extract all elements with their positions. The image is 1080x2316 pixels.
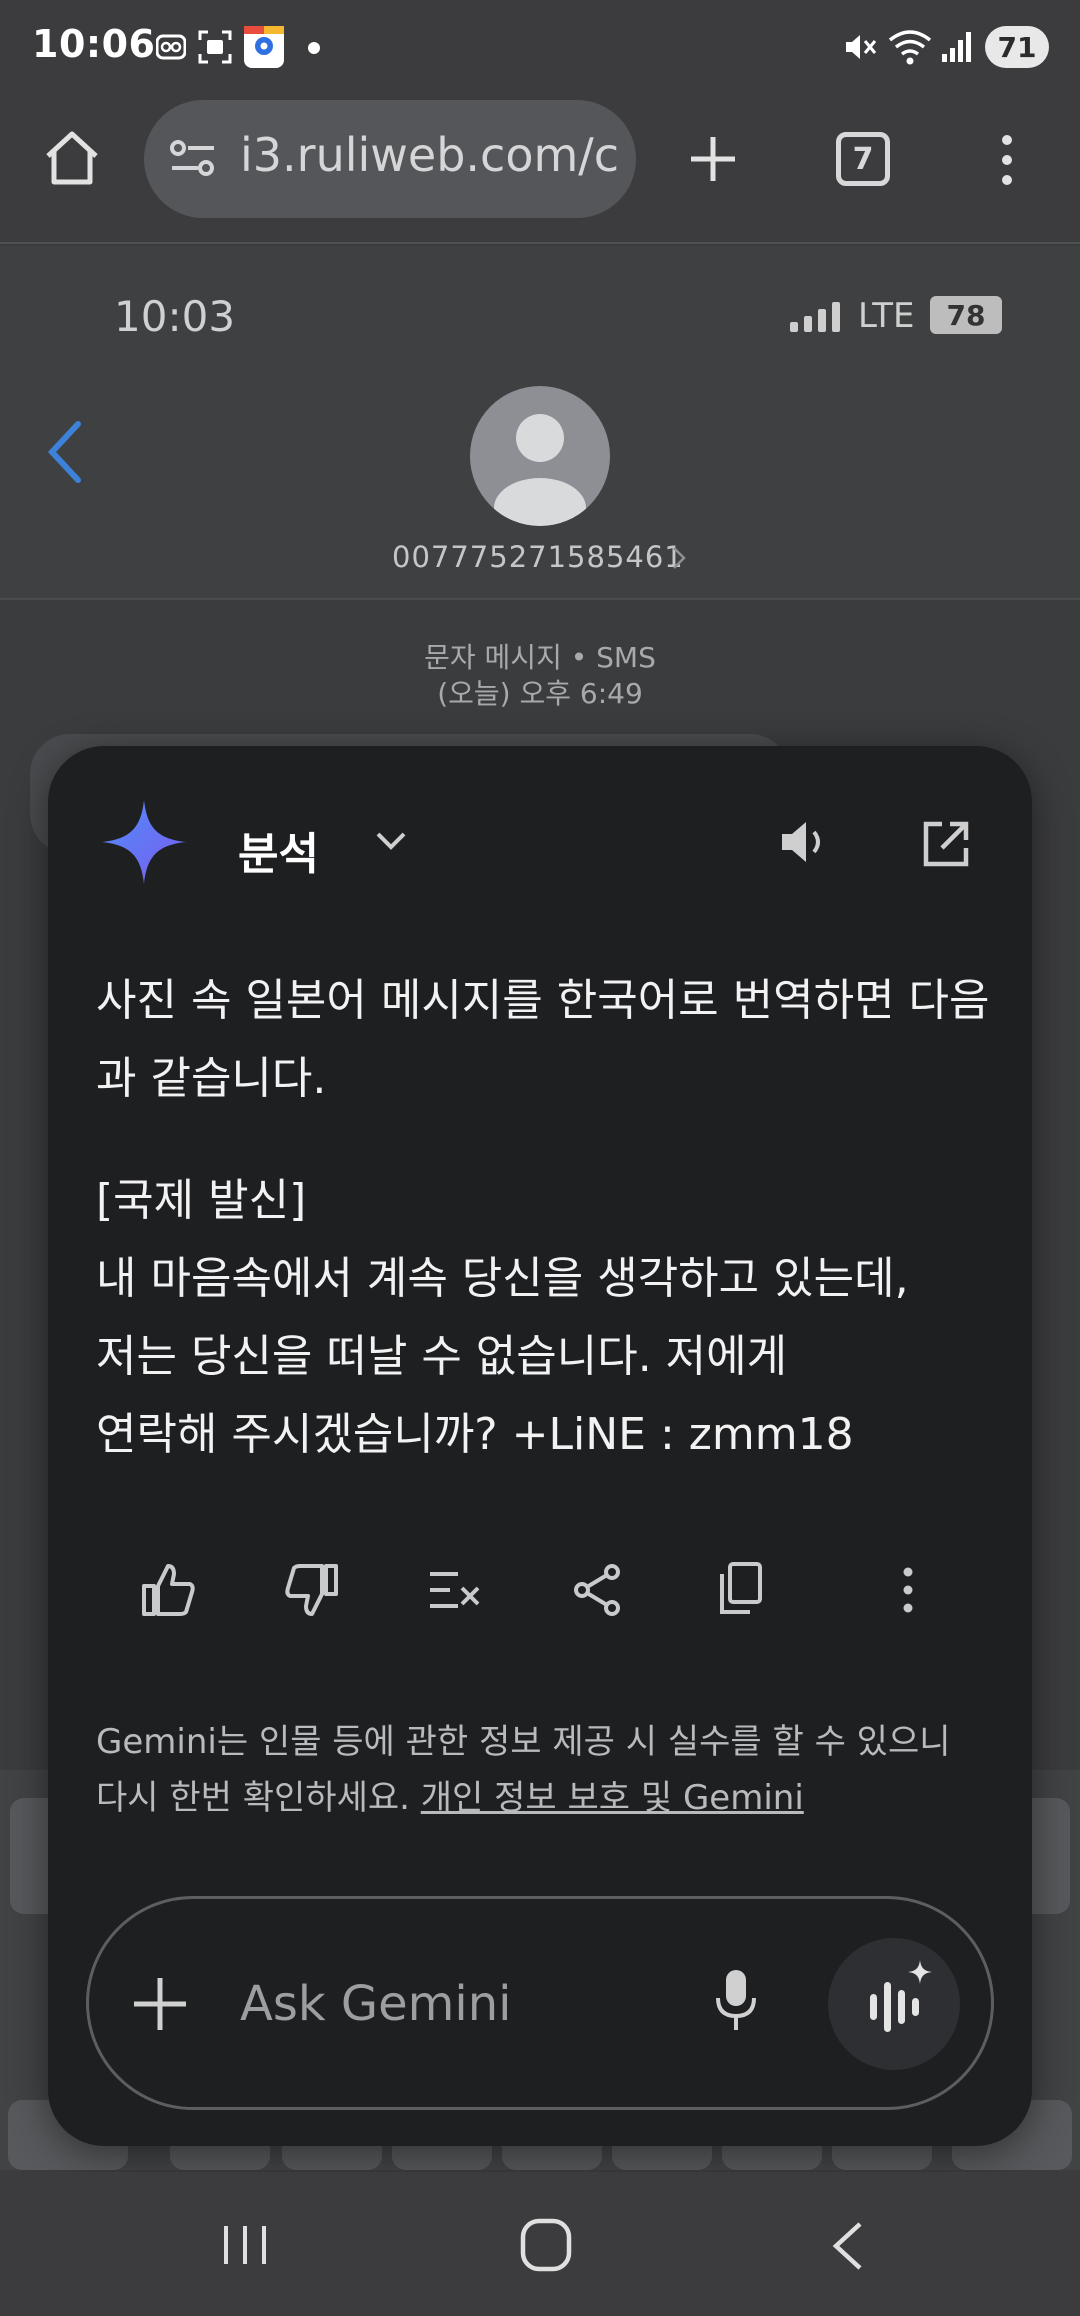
translation-line: 연락해 주시겠습니까? +LiNE : zmm18 xyxy=(96,1409,854,1460)
sms-status-time: 10:03 xyxy=(114,292,236,341)
battery-icon: 71 xyxy=(985,26,1049,68)
thumbs-up-icon[interactable] xyxy=(140,1562,198,1618)
response-intro: 사진 속 일본어 메시지를 한국어로 번역하면 다음과 같습니다. xyxy=(96,975,990,1104)
voicemail-icon xyxy=(156,34,186,60)
disclaimer: Gemini는 인물 등에 관한 정보 제공 시 실수를 할 수 있으니 다시 … xyxy=(96,1714,976,1826)
add-icon[interactable] xyxy=(132,1976,188,2032)
response-translation: [국제 발신] 내 마음속에서 계속 당신을 생각하고 있는데, 저는 당신을 … xyxy=(96,1162,1016,1474)
notification-dot-icon xyxy=(308,42,320,54)
sms-network-label: LTE xyxy=(858,296,915,336)
wifi-icon xyxy=(888,30,932,65)
contact-avatar xyxy=(470,386,610,526)
panel-title: 분석 xyxy=(238,829,319,880)
privacy-link[interactable]: 개인 정보 보호 및 Gemini xyxy=(421,1778,804,1818)
mute-icon xyxy=(846,35,877,59)
sms-message-type: 문자 메시지 • SMS xyxy=(424,641,656,674)
sms-signal-icon xyxy=(790,302,840,332)
translation-line: 저는 당신을 떠날 수 없습니다. 저에게 xyxy=(96,1331,788,1382)
signal-icon xyxy=(942,32,971,62)
home-icon[interactable] xyxy=(42,128,102,188)
chevron-right-icon xyxy=(673,547,686,569)
more-options-icon[interactable] xyxy=(900,1566,916,1614)
ask-placeholder[interactable]: Ask Gemini xyxy=(240,1976,511,2032)
open-external-icon[interactable] xyxy=(920,818,972,870)
gemini-star-icon xyxy=(102,800,186,884)
share-icon[interactable] xyxy=(572,1564,622,1616)
modify-response-icon[interactable] xyxy=(428,1568,484,1612)
url-text[interactable]: i3.ruliweb.com/c xyxy=(240,128,619,182)
sms-message-time: (오늘) 오후 6:49 xyxy=(437,677,643,710)
map-app-icon xyxy=(244,26,284,68)
gemini-live-button[interactable] xyxy=(828,1938,960,2070)
status-time: 10:06 xyxy=(32,22,156,66)
recent-apps-icon[interactable] xyxy=(220,2222,270,2268)
more-vert-icon[interactable] xyxy=(996,134,1018,186)
person-icon xyxy=(494,414,586,526)
sms-battery-icon: 78 xyxy=(930,296,1002,334)
tabs-button[interactable]: 7 xyxy=(836,132,890,186)
site-info-icon[interactable] xyxy=(170,138,216,180)
chevron-down-icon[interactable] xyxy=(374,830,408,852)
translation-line: [국제 발신] xyxy=(96,1175,307,1226)
back-nav-icon[interactable] xyxy=(830,2220,866,2272)
new-tab-icon[interactable] xyxy=(688,134,738,184)
copy-icon[interactable] xyxy=(718,1562,764,1616)
microphone-icon[interactable] xyxy=(714,1968,758,2034)
thumbs-down-icon[interactable] xyxy=(282,1562,340,1618)
contact-number[interactable]: 007775271585461 xyxy=(392,540,684,574)
translation-line: 내 마음속에서 계속 당신을 생각하고 있는데, xyxy=(96,1253,909,1304)
live-waveform-icon xyxy=(870,1960,932,2032)
address-bar[interactable]: i3.ruliweb.com/c xyxy=(144,100,636,218)
back-chevron-icon[interactable] xyxy=(44,420,84,484)
home-nav-icon[interactable] xyxy=(520,2218,572,2272)
speaker-icon[interactable] xyxy=(778,818,830,866)
screenshot-icon xyxy=(198,30,232,64)
